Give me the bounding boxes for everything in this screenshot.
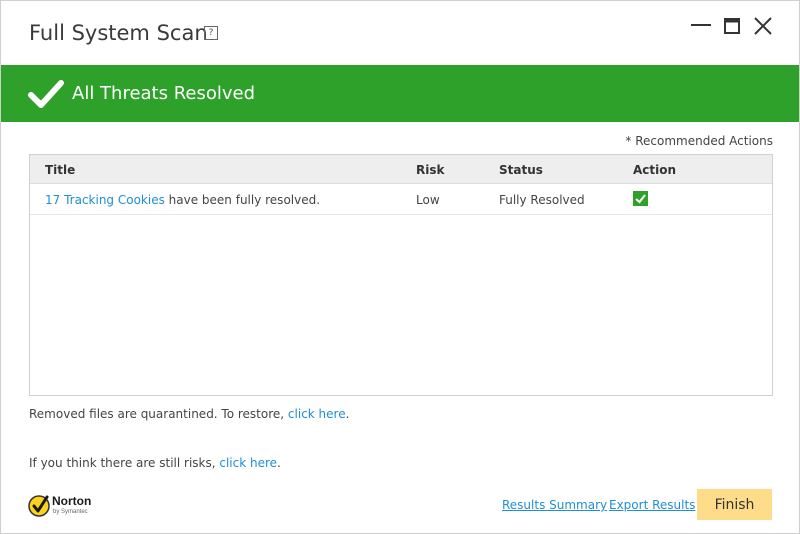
export-results-link[interactable]: Export Results	[609, 498, 695, 512]
maximize-button[interactable]	[720, 15, 744, 37]
risks-end: .	[277, 456, 281, 470]
finish-button[interactable]: Finish	[697, 489, 772, 520]
maximize-icon	[724, 18, 740, 34]
window-title: Full System Scan	[29, 21, 208, 45]
banner-title: All Threats Resolved	[72, 83, 256, 104]
results-table: Title Risk Status Action 17 Tracking Coo…	[29, 154, 773, 396]
scan-window: Full System Scan ? All Threats Resolved …	[0, 0, 800, 534]
quarantine-end: .	[345, 407, 350, 421]
row-title-text: have been fully resolved.	[164, 193, 321, 207]
minimize-icon	[691, 24, 711, 26]
quarantine-text: Removed files are quarantined. To restor…	[29, 407, 288, 421]
close-icon	[754, 17, 772, 35]
help-icon[interactable]: ?	[204, 26, 218, 40]
title-bar: Full System Scan ?	[1, 1, 799, 65]
table-header: Title Risk Status Action	[30, 155, 772, 184]
table-row: 17 Tracking Cookies have been fully reso…	[30, 184, 772, 215]
status-banner: All Threats Resolved	[1, 65, 799, 122]
norton-logo: Norton by Symantec	[28, 491, 103, 521]
results-summary-link[interactable]: Results Summary	[502, 498, 607, 512]
norton-badge-icon	[28, 495, 50, 517]
recommended-actions-note: * Recommended Actions	[625, 134, 773, 148]
header-title: Title	[45, 163, 76, 177]
norton-sub: by Symantec	[53, 509, 88, 515]
header-action: Action	[633, 163, 677, 177]
close-button[interactable]	[751, 15, 775, 37]
norton-name: Norton	[52, 494, 92, 508]
header-status: Status	[499, 163, 543, 177]
action-checkbox[interactable]	[633, 191, 648, 206]
quarantine-note: Removed files are quarantined. To restor…	[29, 407, 349, 421]
row-risk: Low	[416, 193, 440, 207]
restore-link[interactable]: click here	[288, 407, 346, 421]
minimize-button[interactable]	[689, 15, 713, 37]
check-icon	[635, 194, 646, 204]
check-icon	[28, 80, 64, 108]
row-status: Fully Resolved	[499, 193, 585, 207]
risks-link[interactable]: click here	[219, 456, 277, 470]
tracking-cookies-link[interactable]: 17 Tracking Cookies	[45, 193, 165, 207]
risks-note: If you think there are still risks, clic…	[29, 456, 281, 470]
risks-text: If you think there are still risks,	[29, 456, 220, 470]
header-risk: Risk	[416, 163, 445, 177]
row-title: 17 Tracking Cookies have been fully reso…	[45, 193, 320, 207]
